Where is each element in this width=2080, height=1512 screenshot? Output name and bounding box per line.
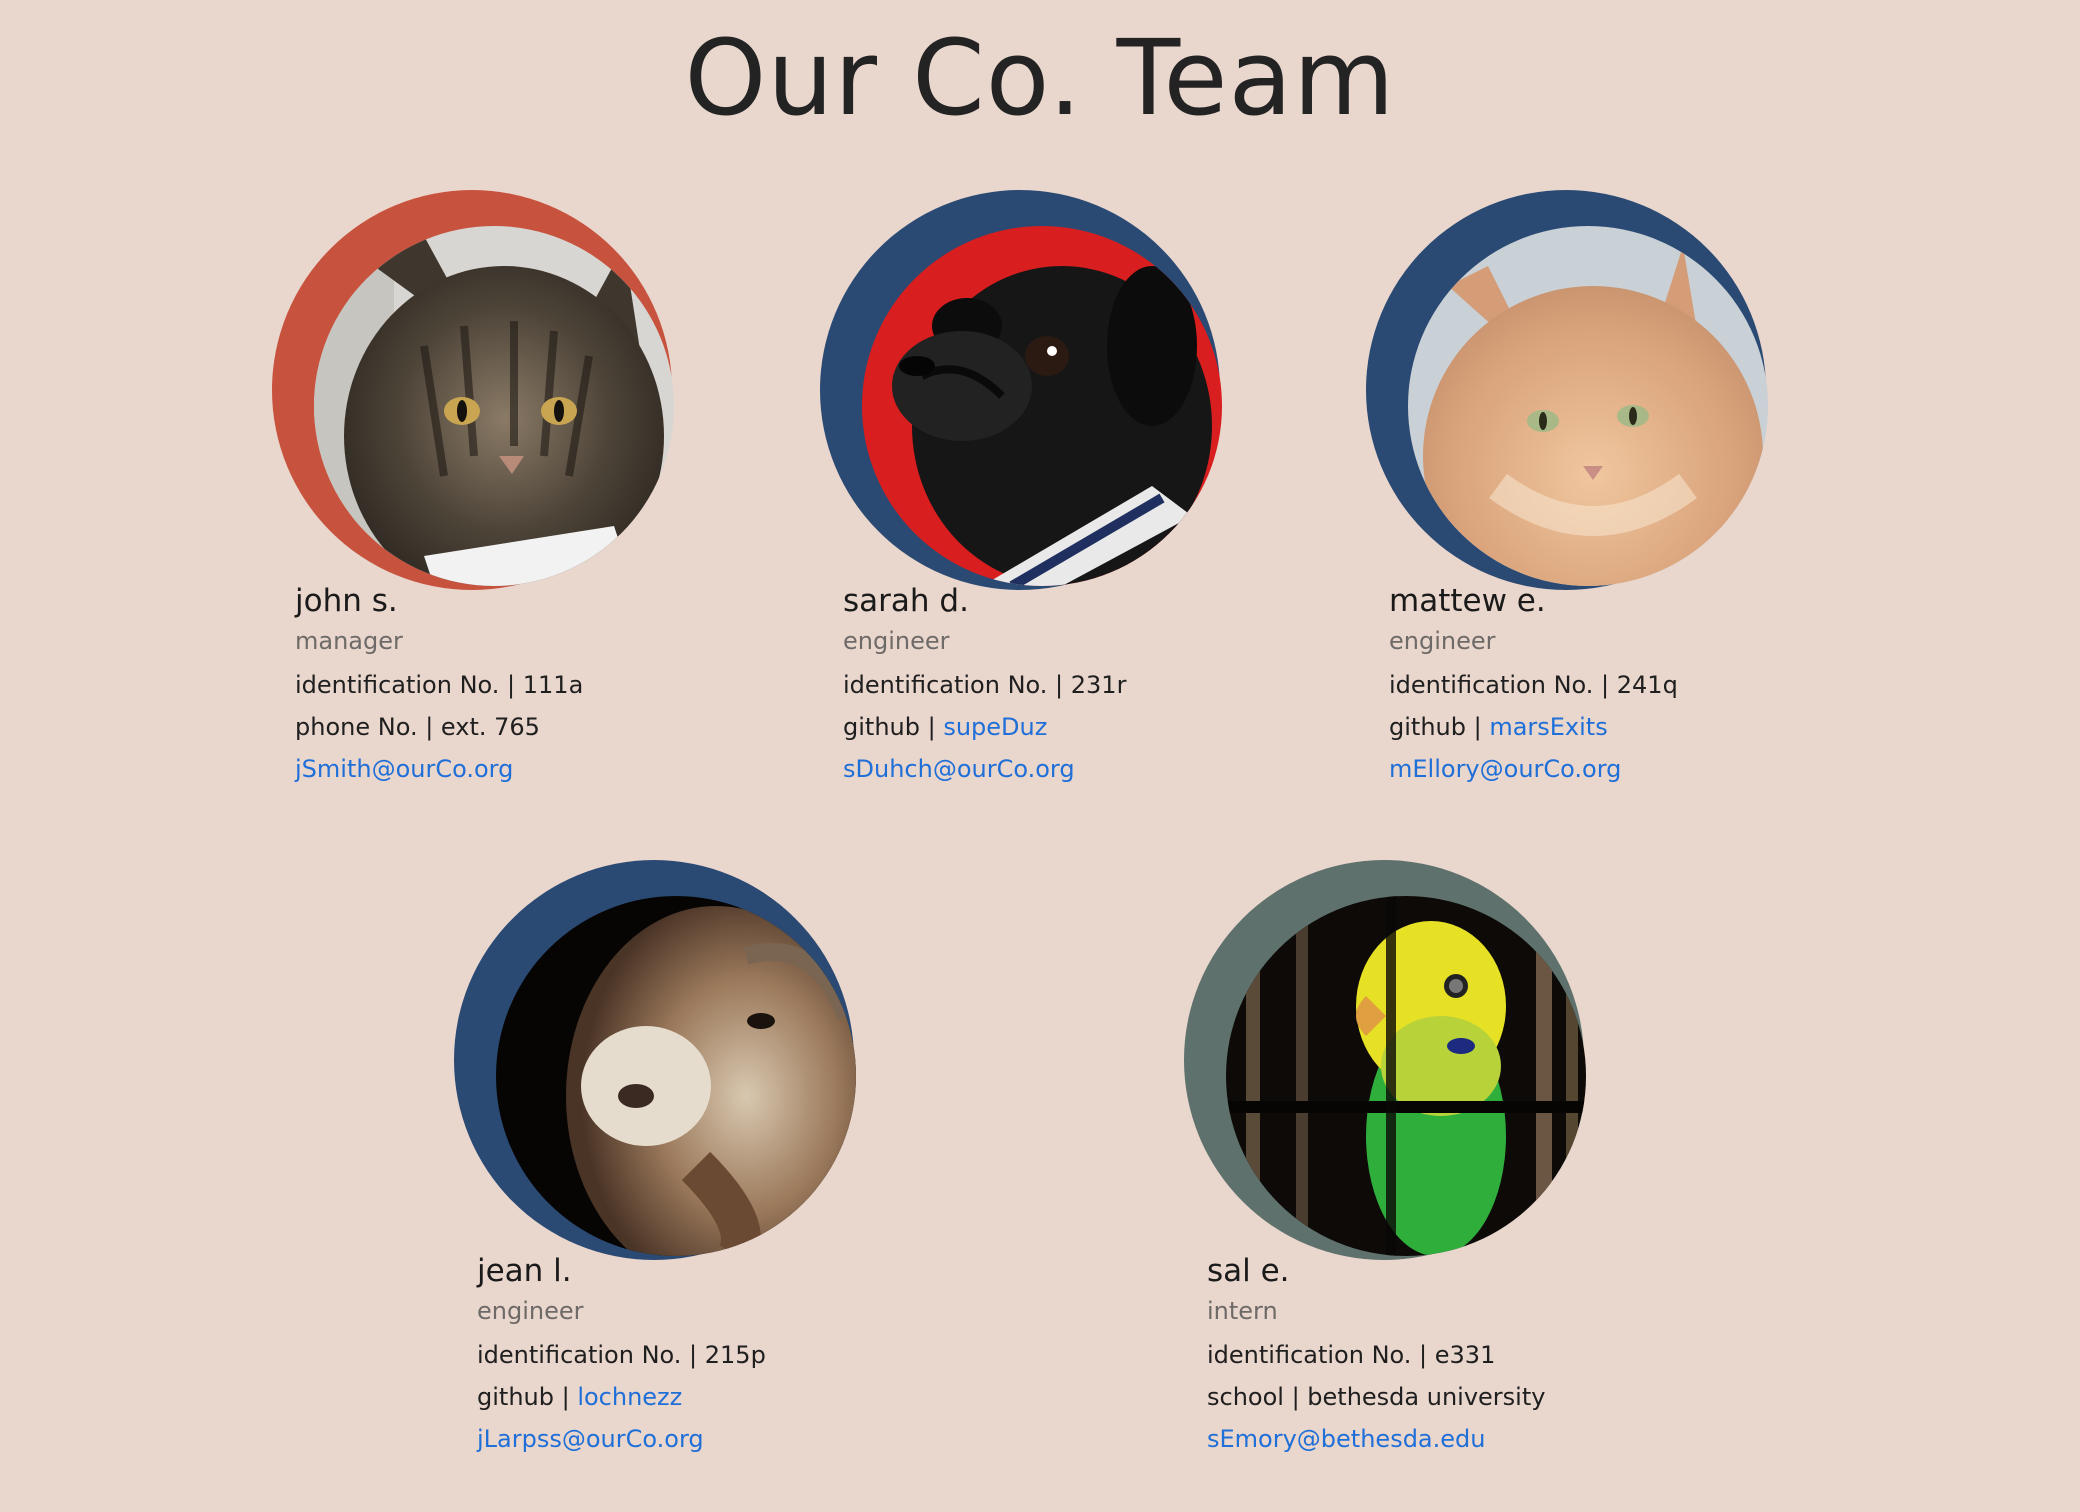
member-role: engineer: [1389, 627, 1496, 655]
member-contact: github | supeDuz: [843, 706, 1323, 748]
member-email-link[interactable]: sDuhch@ourCo.org: [843, 755, 1075, 783]
member-contact: school | bethesda university: [1207, 1376, 1687, 1418]
pug-dog-photo: [862, 226, 1222, 586]
contact-label: school | bethesda university: [1207, 1383, 1546, 1411]
tabby-cat-photo: [314, 226, 674, 586]
contact-label: github |: [477, 1383, 578, 1411]
member-name: sarah d.: [843, 583, 969, 619]
member-role: engineer: [477, 1297, 584, 1325]
orange-cat-photo: [1408, 226, 1768, 586]
parakeet-photo: [1226, 896, 1586, 1256]
page-title: Our Co. Team: [684, 17, 1396, 139]
goat-photo: [496, 896, 856, 1256]
member-role: engineer: [843, 627, 950, 655]
member-name: sal e.: [1207, 1253, 1290, 1289]
github-link[interactable]: supeDuz: [943, 713, 1047, 741]
member-email-link[interactable]: sEmory@bethesda.edu: [1207, 1425, 1485, 1453]
contact-label: github |: [843, 713, 944, 741]
member-id: identification No. | 111a: [295, 671, 584, 699]
member-name: jean l.: [477, 1253, 572, 1289]
github-link[interactable]: marsExits: [1489, 713, 1607, 741]
member-contact: phone No. | ext. 765: [295, 706, 775, 748]
team-member-card: mattew e. engineer identification No. | …: [1366, 190, 1886, 830]
member-contact: github | lochnezz: [477, 1376, 957, 1418]
contact-label: github |: [1389, 713, 1490, 741]
github-link[interactable]: lochnezz: [577, 1383, 682, 1411]
contact-label: phone No. | ext. 765: [295, 713, 540, 741]
member-id: identification No. | e331: [1207, 1341, 1496, 1369]
team-member-card: jean l. engineer identification No. | 21…: [454, 860, 974, 1500]
member-email-link[interactable]: jSmith@ourCo.org: [295, 755, 513, 783]
member-id: identification No. | 241q: [1389, 671, 1678, 699]
member-id: identification No. | 231r: [843, 671, 1127, 699]
member-role: intern: [1207, 1297, 1278, 1325]
member-id: identification No. | 215p: [477, 1341, 766, 1369]
member-contact: github | marsExits: [1389, 706, 1869, 748]
member-name: john s.: [295, 583, 398, 619]
team-member-card: sarah d. engineer identification No. | 2…: [820, 190, 1340, 830]
member-email-link[interactable]: jLarpss@ourCo.org: [477, 1425, 704, 1453]
team-member-card: sal e. intern identification No. | e331 …: [1184, 860, 1704, 1500]
member-role: manager: [295, 627, 403, 655]
member-email-link[interactable]: mEllory@ourCo.org: [1389, 755, 1621, 783]
member-name: mattew e.: [1389, 583, 1546, 619]
team-member-card: john s. manager identification No. | 111…: [272, 190, 792, 830]
